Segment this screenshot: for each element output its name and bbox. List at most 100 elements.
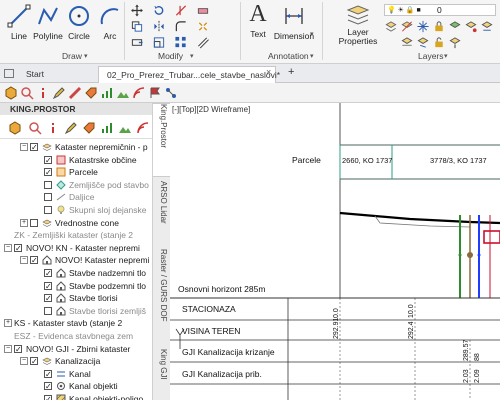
layer-merge-icon[interactable] bbox=[448, 36, 462, 49]
tree-item[interactable]: − ✓ Kanalizacija bbox=[0, 355, 152, 367]
tree-item[interactable]: Stavbe tlorisi zemljiš bbox=[0, 305, 152, 317]
tab-document[interactable]: 02_Pro_Prerez_Trubar...cele_stavbe_naslo… bbox=[98, 66, 280, 83]
text-button[interactable]: A Text bbox=[244, 2, 272, 39]
trim-icon[interactable] bbox=[174, 4, 188, 17]
layer-visibility-checkbox[interactable]: ✓ bbox=[44, 395, 52, 400]
info-icon[interactable] bbox=[46, 121, 60, 135]
stretch-icon[interactable] bbox=[130, 36, 144, 49]
layer-visibility-checkbox[interactable]: ✓ bbox=[44, 382, 52, 391]
layer-properties-button[interactable]: Layer Properties bbox=[336, 4, 380, 46]
tree-item[interactable]: ✓ Katastrske občine bbox=[0, 154, 152, 166]
layer-visibility-checkbox[interactable]: ✓ bbox=[30, 357, 38, 366]
chart-icon[interactable] bbox=[100, 86, 114, 100]
layer-visibility-checkbox[interactable]: ✓ bbox=[14, 344, 22, 353]
layer-visibility-checkbox[interactable] bbox=[44, 306, 52, 315]
collapse-icon[interactable]: − bbox=[20, 256, 28, 265]
cube-icon[interactable] bbox=[4, 86, 18, 100]
measure-icon[interactable] bbox=[68, 86, 82, 100]
signal-icon[interactable] bbox=[136, 121, 150, 135]
layer-visibility-checkbox[interactable] bbox=[44, 193, 52, 202]
side-tab-raster-gurs-dof[interactable]: Raster / GURS DOF bbox=[153, 249, 171, 345]
move-icon[interactable] bbox=[130, 4, 144, 17]
side-tab-king-gji[interactable]: King GJI bbox=[153, 349, 171, 399]
layer-visibility-checkbox[interactable] bbox=[30, 218, 38, 227]
mirror-icon[interactable] bbox=[152, 20, 166, 33]
layer-isolate-icon[interactable] bbox=[448, 20, 462, 33]
cube-icon[interactable] bbox=[8, 121, 22, 135]
layer-visibility-checkbox[interactable]: ✓ bbox=[44, 281, 52, 290]
expand-icon[interactable]: + bbox=[20, 218, 28, 227]
tree-item[interactable]: ✓ Parcele bbox=[0, 166, 152, 178]
layer-visibility-checkbox[interactable]: ✓ bbox=[44, 369, 52, 378]
offset-icon[interactable] bbox=[196, 36, 210, 49]
scale-icon[interactable] bbox=[152, 36, 166, 49]
layer-visibility-checkbox[interactable]: ✓ bbox=[30, 143, 38, 152]
layer-visibility-checkbox[interactable]: ✓ bbox=[44, 294, 52, 303]
tag-icon[interactable] bbox=[84, 86, 98, 100]
side-tab-king-prostor[interactable]: King.Prostor bbox=[153, 103, 171, 177]
close-tab-icon[interactable]: × bbox=[266, 67, 271, 77]
tree-item[interactable]: ZK - Zemljiški kataster (stanje 2 bbox=[0, 229, 152, 241]
array-icon[interactable] bbox=[174, 36, 188, 49]
layer-walk-icon[interactable] bbox=[464, 20, 478, 33]
layer-freeze-icon[interactable] bbox=[416, 20, 430, 33]
file-tabs-menu-icon[interactable] bbox=[4, 69, 14, 78]
layer-visibility-checkbox[interactable]: ✓ bbox=[30, 256, 38, 265]
collapse-icon[interactable]: − bbox=[4, 344, 12, 353]
tree-item[interactable]: Daljice bbox=[0, 191, 152, 203]
layer-visibility-checkbox[interactable]: ✓ bbox=[44, 269, 52, 278]
circle-button[interactable]: Circle bbox=[66, 4, 92, 41]
tree-item[interactable]: − ✓ NOVO! GJI - Zbirni kataster bbox=[0, 343, 152, 355]
pencil-icon[interactable] bbox=[52, 86, 66, 100]
layer-unisolate-icon[interactable] bbox=[400, 36, 414, 49]
tree-item[interactable]: − ✓ Kataster nepremičnin - p bbox=[0, 141, 152, 153]
layer-lock-icon[interactable] bbox=[432, 20, 446, 33]
dimension-dropdown-icon[interactable]: ▾ bbox=[310, 30, 314, 38]
tree-item[interactable]: ✓ Stavbe podzemni tlo bbox=[0, 280, 152, 292]
layer-thaw-icon[interactable] bbox=[416, 36, 430, 49]
layer-visibility-checkbox[interactable]: ✓ bbox=[44, 168, 52, 177]
layer-match-icon[interactable] bbox=[384, 20, 398, 33]
viewport-label[interactable]: [-][Top][2D Wireframe] bbox=[172, 105, 250, 114]
flag-icon[interactable] bbox=[148, 86, 162, 100]
collapse-icon[interactable]: − bbox=[4, 243, 12, 252]
layer-previous-icon[interactable] bbox=[480, 20, 494, 33]
rotate-icon[interactable] bbox=[152, 4, 166, 17]
tree-item[interactable]: ESZ - Evidenca stavbnega zem bbox=[0, 330, 152, 342]
layer-off-icon[interactable] bbox=[400, 20, 414, 33]
layer-visibility-checkbox[interactable] bbox=[44, 206, 52, 214]
layers-expand-icon[interactable]: ▾ bbox=[444, 52, 448, 60]
tree-item[interactable]: ✓ Stavbe tlorisi bbox=[0, 292, 152, 304]
tree-item[interactable]: ✓ Stavbe nadzemni tlo bbox=[0, 267, 152, 279]
layer-visibility-checkbox[interactable]: ✓ bbox=[14, 243, 22, 252]
collapse-icon[interactable]: − bbox=[20, 357, 28, 366]
layer-unlock-icon[interactable] bbox=[432, 36, 446, 49]
new-tab-button[interactable]: + bbox=[280, 66, 302, 83]
tree-item[interactable]: − ✓ NOVO! KN - Kataster nepremi bbox=[0, 242, 152, 254]
layer-dropdown[interactable]: 💡 ☀ 🔒 ■ 0 bbox=[384, 4, 496, 16]
zoom-icon[interactable] bbox=[28, 121, 42, 135]
tab-start[interactable]: Start bbox=[18, 66, 52, 83]
signal-icon[interactable] bbox=[132, 86, 146, 100]
tree-item[interactable]: Zemljišče pod stavbo bbox=[0, 179, 152, 191]
tree-item[interactable]: ✓ Kanal objekti bbox=[0, 380, 152, 392]
tree-item[interactable]: + Vrednostne cone bbox=[0, 217, 152, 229]
tree-item[interactable]: ✓ Kanal bbox=[0, 368, 152, 380]
drawing-canvas[interactable]: [-][Top][2D Wireframe] Parcele 2660, KO … bbox=[170, 103, 500, 400]
polyline-button[interactable]: Polyline bbox=[32, 4, 64, 41]
tree-item[interactable]: − ✓ NOVO! Kataster nepremi bbox=[0, 254, 152, 266]
tag-icon[interactable] bbox=[82, 121, 96, 135]
line-button[interactable]: Line bbox=[6, 4, 32, 41]
info-icon[interactable] bbox=[36, 86, 50, 100]
terrain-icon[interactable] bbox=[118, 121, 132, 135]
zoom-icon[interactable] bbox=[20, 86, 34, 100]
layer-visibility-checkbox[interactable]: ✓ bbox=[44, 155, 52, 164]
copy-icon[interactable] bbox=[130, 20, 144, 33]
explode-icon[interactable] bbox=[196, 20, 210, 33]
erase-icon[interactable] bbox=[196, 4, 210, 17]
draw-expand-icon[interactable]: ▾ bbox=[84, 52, 88, 60]
tree-item[interactable]: Skupni sloj dejanske bbox=[0, 204, 152, 216]
tree-item[interactable]: ✓ Kanal objekti-poligo bbox=[0, 393, 152, 400]
fillet-icon[interactable] bbox=[174, 20, 188, 33]
pencil-icon[interactable] bbox=[64, 121, 78, 135]
